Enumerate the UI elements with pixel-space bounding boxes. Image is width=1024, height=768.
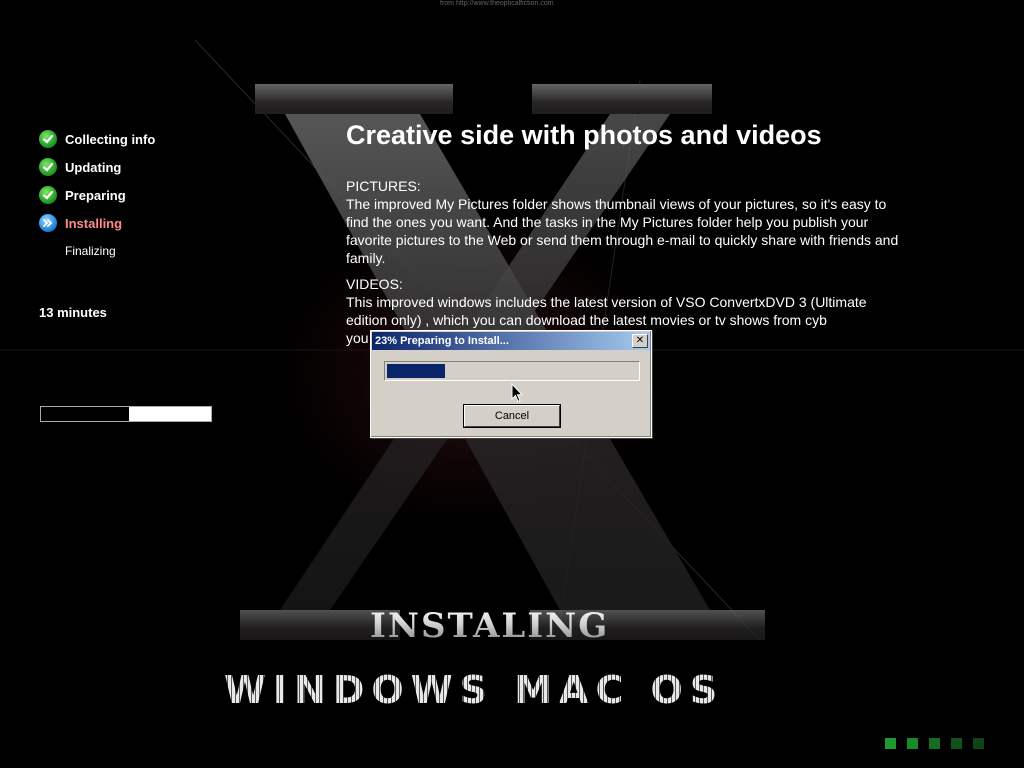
installing-banner: INSTALING xyxy=(370,606,610,646)
section-text-pictures: The improved My Pictures folder shows th… xyxy=(346,196,899,266)
step-collecting-info: Collecting info xyxy=(39,125,155,153)
step-label: Finalizing xyxy=(65,244,116,258)
dialog-title: 23% Preparing to Install... xyxy=(375,335,509,347)
loading-dot xyxy=(929,738,940,749)
install-steps-list: Collecting info Updating Preparing Insta… xyxy=(39,125,155,265)
dialog-progress-fill xyxy=(387,364,445,378)
overall-progress-bar xyxy=(40,406,212,422)
overall-progress-fill xyxy=(41,407,130,421)
installer-screen: from http://www.theopticalfiction.com Co… xyxy=(0,0,1024,768)
arrow-right-icon xyxy=(39,214,57,232)
step-label: Installing xyxy=(65,215,123,231)
mouse-pointer-icon xyxy=(511,383,523,403)
step-installing: Installing xyxy=(39,209,155,237)
feature-description: Creative side with photos and videos PIC… xyxy=(346,120,906,355)
product-name-banner: WINDOWS MAC OS xyxy=(224,668,725,712)
section-title-videos: VIDEOS: xyxy=(346,276,403,292)
check-icon xyxy=(39,186,57,204)
loading-dot xyxy=(907,738,918,749)
cancel-button[interactable]: Cancel xyxy=(464,405,560,427)
dialog-titlebar[interactable]: 23% Preparing to Install... ✕ xyxy=(372,332,650,350)
step-finalizing: Finalizing xyxy=(39,237,155,265)
step-preparing: Preparing xyxy=(39,181,155,209)
time-remaining: 13 minutes xyxy=(39,305,107,320)
step-label: Updating xyxy=(65,159,122,175)
step-updating: Updating xyxy=(39,153,155,181)
loading-dot xyxy=(885,738,896,749)
step-label: Preparing xyxy=(65,187,126,203)
loading-dot xyxy=(973,738,984,749)
step-label: Collecting info xyxy=(65,131,156,147)
close-icon[interactable]: ✕ xyxy=(632,334,648,348)
loading-dots xyxy=(885,738,995,749)
check-icon xyxy=(39,158,57,176)
dialog-progress-bar xyxy=(384,361,640,381)
section-title-pictures: PICTURES: xyxy=(346,178,421,194)
empty-step-icon xyxy=(39,242,57,260)
source-watermark-text: from http://www.theopticalfiction.com xyxy=(440,0,554,7)
check-icon xyxy=(39,130,57,148)
page-title: Creative side with photos and videos xyxy=(346,120,822,150)
loading-dot xyxy=(951,738,962,749)
